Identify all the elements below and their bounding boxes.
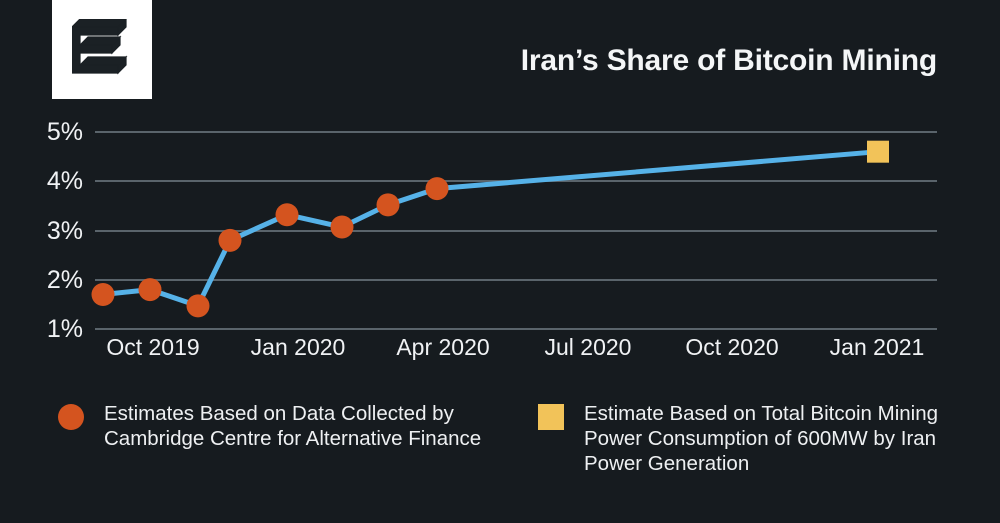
legend-label: Estimates Based on Data Collected by Cam… (104, 401, 481, 451)
data-point-marker (867, 140, 889, 163)
data-point-marker (186, 294, 210, 318)
legend-item-cambridge: Estimates Based on Data Collected by Cam… (58, 401, 481, 451)
data-point-marker (138, 278, 162, 302)
data-point-marker (376, 193, 400, 217)
data-point-marker (275, 203, 299, 227)
data-point-marker (330, 215, 354, 239)
orange-circle-swatch (58, 404, 84, 430)
yellow-square-swatch (538, 404, 564, 430)
legend-label: Estimate Based on Total Bitcoin Mining P… (584, 401, 938, 476)
data-point-markers (91, 140, 889, 318)
chart-canvas: Iran’s Share of Bitcoin Mining 5% 4% 3% … (0, 0, 1000, 523)
legend-label-line: Cambridge Centre for Alternative Finance (104, 427, 482, 450)
trend-line (100, 149, 881, 309)
legend-label-line: Estimates Based on Data Collected by (104, 402, 454, 425)
legend-item-estimate: Estimate Based on Total Bitcoin Mining P… (538, 401, 938, 476)
data-point-marker (425, 177, 449, 201)
data-point-marker (91, 283, 115, 307)
legend-label-line: Power Generation (584, 452, 750, 475)
legend-label-line: Power Consumption of 600MW by Iran (584, 427, 937, 450)
data-point-marker (218, 228, 242, 252)
legend-label-line: Estimate Based on Total Bitcoin Mining (584, 402, 939, 425)
